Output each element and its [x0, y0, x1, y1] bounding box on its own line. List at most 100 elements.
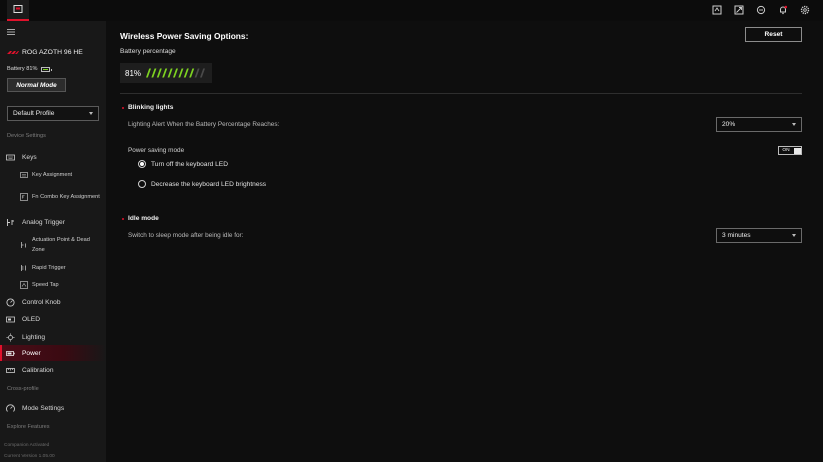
page-title: Wireless Power Saving Options: [120, 31, 249, 41]
radio-button[interactable] [138, 180, 146, 188]
battery-segment [146, 68, 151, 78]
device-view-icon[interactable] [712, 5, 722, 15]
sidebar-item-label: Key Assignment [32, 172, 73, 178]
battery-segment [189, 68, 195, 78]
sleep-time-dropdown[interactable]: 3 minutes [716, 228, 802, 243]
image-share-icon[interactable] [734, 5, 744, 15]
sidebar-item-analog-trigger[interactable]: Analog Trigger [0, 214, 106, 230]
profile-dropdown[interactable]: Default Profile [7, 106, 99, 121]
sidebar-item-mode-settings[interactable]: Mode Settings [0, 400, 106, 416]
title-bar [0, 0, 823, 21]
sidebar-item-keys[interactable]: Keys [0, 149, 106, 165]
profile-selected: Default Profile [13, 110, 55, 117]
oled-screen-icon [6, 315, 15, 324]
radio-decrease-brightness[interactable]: Decrease the keyboard LED brightness [138, 180, 266, 188]
sidebar-item-label: Control Knob [22, 298, 61, 306]
sidebar-item-actuation[interactable]: Actuation Point & Dead Zone [0, 235, 106, 255]
radio-turn-off-led[interactable]: Turn off the keyboard LED [138, 160, 228, 168]
app-home-tab[interactable] [7, 0, 29, 21]
analog-trigger-icon [6, 218, 15, 227]
sidebar-item-fn-combo[interactable]: Fn Combo Key Assignment [0, 187, 106, 207]
sidebar-item-label: Speed Tap [32, 282, 59, 288]
heading-text: Idle mode [128, 215, 159, 222]
heading-text: Blinking lights [128, 104, 174, 111]
battery-label: Battery 81% [7, 66, 38, 72]
lighting-alert-dropdown[interactable]: 20% [716, 117, 802, 132]
sidebar-item-key-assignment[interactable]: Key Assignment [0, 170, 106, 180]
sidebar-item-rapid-trigger[interactable]: Rapid Trigger [0, 263, 106, 273]
battery-status: Battery 81% [7, 66, 53, 72]
battery-segment [167, 68, 173, 78]
sidebar-item-power[interactable]: Power [0, 345, 106, 361]
battery-power-icon [6, 349, 15, 358]
device-settings-label: Device Settings [7, 133, 46, 139]
lighting-alert-label: Lighting Alert When the Battery Percenta… [128, 121, 280, 128]
sidebar-item-speed-tap[interactable]: Speed Tap [0, 280, 106, 290]
device-header: ROG AZOTH 96 HE [7, 49, 83, 56]
fn-key-icon [20, 193, 28, 201]
radio-button-selected[interactable] [138, 160, 146, 168]
sidebar-item-label: Keys [22, 153, 37, 161]
notification-bell-icon[interactable] [778, 5, 788, 15]
battery-icon [41, 66, 53, 72]
battery-segment [173, 68, 178, 78]
sidebar-item-label: OLED [22, 315, 40, 323]
toggle-text: ON [782, 148, 790, 153]
lighting-alert-value: 20% [722, 121, 736, 128]
sidebar-item-label: Mode Settings [22, 404, 65, 412]
battery-segment [178, 68, 184, 78]
battery-segment [162, 68, 168, 78]
power-saving-toggle[interactable]: ON [778, 146, 802, 155]
sidebar-item-label: Fn Combo Key Assignment [32, 194, 100, 200]
battery-segment [156, 68, 162, 78]
calibration-icon [6, 366, 15, 375]
radio-label: Turn off the keyboard LED [151, 160, 228, 168]
mode-settings-icon [6, 403, 15, 413]
speed-tap-icon [20, 281, 28, 289]
battery-segment [194, 68, 200, 78]
knob-icon [6, 297, 15, 307]
rog-app-icon [13, 4, 23, 16]
radio-label: Decrease the keyboard LED brightness [151, 180, 267, 188]
sidebar-item-lighting[interactable]: Lighting [0, 329, 106, 345]
sidebar-item-control-knob[interactable]: Control Knob [0, 294, 106, 310]
settings-gear-icon[interactable] [800, 5, 810, 15]
battery-segment [151, 68, 157, 78]
key-assignment-icon [20, 171, 28, 179]
sync-icon[interactable] [756, 5, 766, 15]
chevron-down-icon [792, 123, 796, 126]
chevron-down-icon [89, 112, 93, 115]
actuation-icon [20, 241, 28, 249]
sidebar-item-label: Analog Trigger [22, 218, 65, 226]
reset-button[interactable]: Reset [745, 27, 802, 42]
blinking-lights-heading: Blinking lights [122, 104, 173, 111]
menu-hamburger-icon[interactable] [7, 29, 15, 35]
sidebar-item-label: Calibration [22, 366, 54, 374]
section-divider [120, 93, 802, 94]
chevron-down-icon [792, 234, 796, 237]
explore-features-link[interactable]: Explore Features [7, 424, 50, 430]
sidebar-item-label: Power [22, 349, 41, 357]
battery-percentage-value: 81% [125, 68, 142, 78]
rog-logo-icon [7, 51, 19, 54]
battery-segment [183, 68, 189, 78]
device-name: ROG AZOTH 96 HE [22, 49, 83, 56]
power-settings-panel: Wireless Power Saving Options: Reset Bat… [106, 21, 823, 462]
sleep-time-value: 3 minutes [722, 232, 751, 239]
companion-status: Companion Activated [4, 443, 50, 448]
battery-percentage-display: 81% [120, 63, 212, 83]
keyboard-icon [6, 153, 15, 162]
sidebar-item-calibration[interactable]: Calibration [0, 362, 106, 378]
sidebar: ROG AZOTH 96 HE Battery 81% Normal Mode … [0, 21, 106, 462]
sleep-mode-label: Switch to sleep mode after being idle fo… [128, 232, 244, 239]
sidebar-item-oled[interactable]: OLED [0, 311, 106, 327]
battery-percentage-label: Battery percentage [120, 48, 176, 55]
lighting-icon [6, 333, 15, 342]
sidebar-item-label: Actuation Point & Dead Zone [32, 237, 90, 253]
rapid-trigger-icon [20, 264, 28, 272]
app-version: Current Version 1.05.00 [4, 454, 55, 459]
battery-level-bar [145, 68, 207, 78]
normal-mode-button[interactable]: Normal Mode [7, 78, 66, 92]
power-saving-mode-label: Power saving mode [128, 147, 185, 154]
cross-profile-label: Cross-profile [7, 386, 39, 392]
